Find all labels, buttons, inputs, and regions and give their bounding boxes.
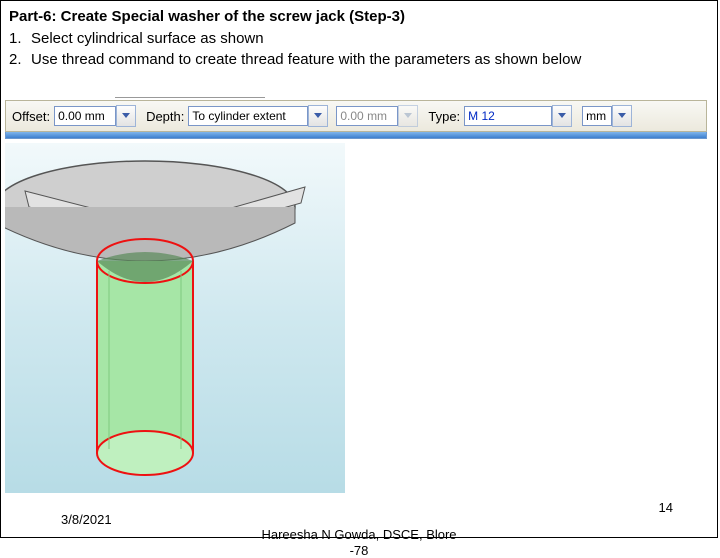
cad-viewport[interactable] bbox=[5, 143, 345, 493]
slide-title: Part-6: Create Special washer of the scr… bbox=[1, 1, 717, 29]
unit-select[interactable]: mm bbox=[582, 106, 612, 126]
step-number: 1. bbox=[9, 29, 31, 49]
step-list: 1. Select cylindrical surface as shown 2… bbox=[1, 29, 717, 76]
offset-label: Offset: bbox=[12, 109, 50, 124]
chevron-down-icon bbox=[314, 113, 322, 119]
chevron-down-icon bbox=[122, 113, 130, 119]
step-text: Use thread command to create thread feat… bbox=[31, 50, 581, 70]
depth-select[interactable]: To cylinder extent bbox=[188, 106, 308, 126]
depth-dropdown-button[interactable] bbox=[308, 105, 328, 127]
chevron-down-icon bbox=[558, 113, 566, 119]
offset-input[interactable]: 0.00 mm bbox=[54, 106, 116, 126]
unit-dropdown-button[interactable] bbox=[612, 105, 632, 127]
chevron-down-icon bbox=[618, 113, 626, 119]
toolbar-divider bbox=[115, 97, 265, 98]
step-number: 2. bbox=[9, 50, 31, 70]
thread-toolbar: Offset: 0.00 mm Depth: To cylinder exten… bbox=[5, 97, 707, 139]
type-label: Type: bbox=[428, 109, 460, 124]
toolbar-accent-bar bbox=[5, 132, 707, 139]
step-text: Select cylindrical surface as shown bbox=[31, 29, 264, 49]
footer-page-number: 14 bbox=[659, 500, 673, 515]
footer-author: Hareesha N Gowda, DSCE, Blore -78 bbox=[1, 527, 717, 558]
type-select[interactable]: M 12 bbox=[464, 106, 552, 126]
offset-dropdown-button[interactable] bbox=[116, 105, 136, 127]
step-item: 2. Use thread command to create thread f… bbox=[9, 50, 709, 70]
depth-label: Depth: bbox=[146, 109, 184, 124]
step-item: 1. Select cylindrical surface as shown bbox=[9, 29, 709, 49]
depth-value-dropdown-button[interactable] bbox=[398, 105, 418, 127]
footer-date: 3/8/2021 bbox=[61, 512, 112, 527]
slide-container: Part-6: Create Special washer of the scr… bbox=[0, 0, 718, 538]
type-dropdown-button[interactable] bbox=[552, 105, 572, 127]
depth-value-input[interactable]: 0.00 mm bbox=[336, 106, 398, 126]
chevron-down-icon bbox=[404, 113, 412, 119]
toolbar-row: Offset: 0.00 mm Depth: To cylinder exten… bbox=[5, 100, 707, 132]
model-illustration bbox=[5, 143, 345, 493]
